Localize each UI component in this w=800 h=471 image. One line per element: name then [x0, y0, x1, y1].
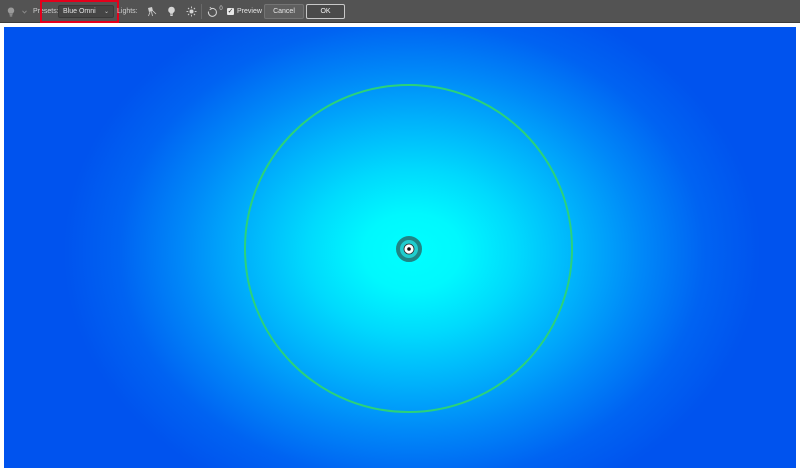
cancel-button[interactable]: Cancel [264, 4, 304, 19]
toolbar-separator [201, 4, 202, 19]
check-icon: ✓ [227, 8, 234, 15]
chevron-down-icon[interactable] [20, 0, 28, 23]
presets-label: Presets: [33, 8, 59, 15]
lightbulb-tool-icon[interactable] [5, 0, 17, 23]
preview-checkbox[interactable]: ✓ Preview [227, 0, 262, 23]
chevron-down-icon: ⌄ [103, 9, 109, 15]
point-light-icon[interactable] [164, 0, 178, 23]
spot-light-icon[interactable] [144, 0, 158, 23]
options-bar: Presets: Blue Omni ⌄ Lights: 0 ✓ Preview… [0, 0, 800, 23]
reset-count: 0 [219, 5, 223, 12]
lighting-preview-canvas[interactable] [4, 27, 796, 468]
presets-dropdown[interactable]: Blue Omni ⌄ [58, 5, 114, 18]
ok-button[interactable]: OK [306, 4, 345, 19]
preview-label: Preview [237, 8, 262, 15]
canvas-area [0, 23, 800, 471]
infinite-light-icon[interactable] [184, 0, 198, 23]
lights-label: Lights: [117, 8, 138, 15]
reset-rotate-icon[interactable]: 0 [205, 0, 223, 23]
lighting-effects-workspace: Presets: Blue Omni ⌄ Lights: 0 ✓ Preview… [0, 0, 800, 471]
light-center-handle[interactable] [395, 235, 423, 263]
presets-selected-value: Blue Omni [63, 8, 96, 15]
